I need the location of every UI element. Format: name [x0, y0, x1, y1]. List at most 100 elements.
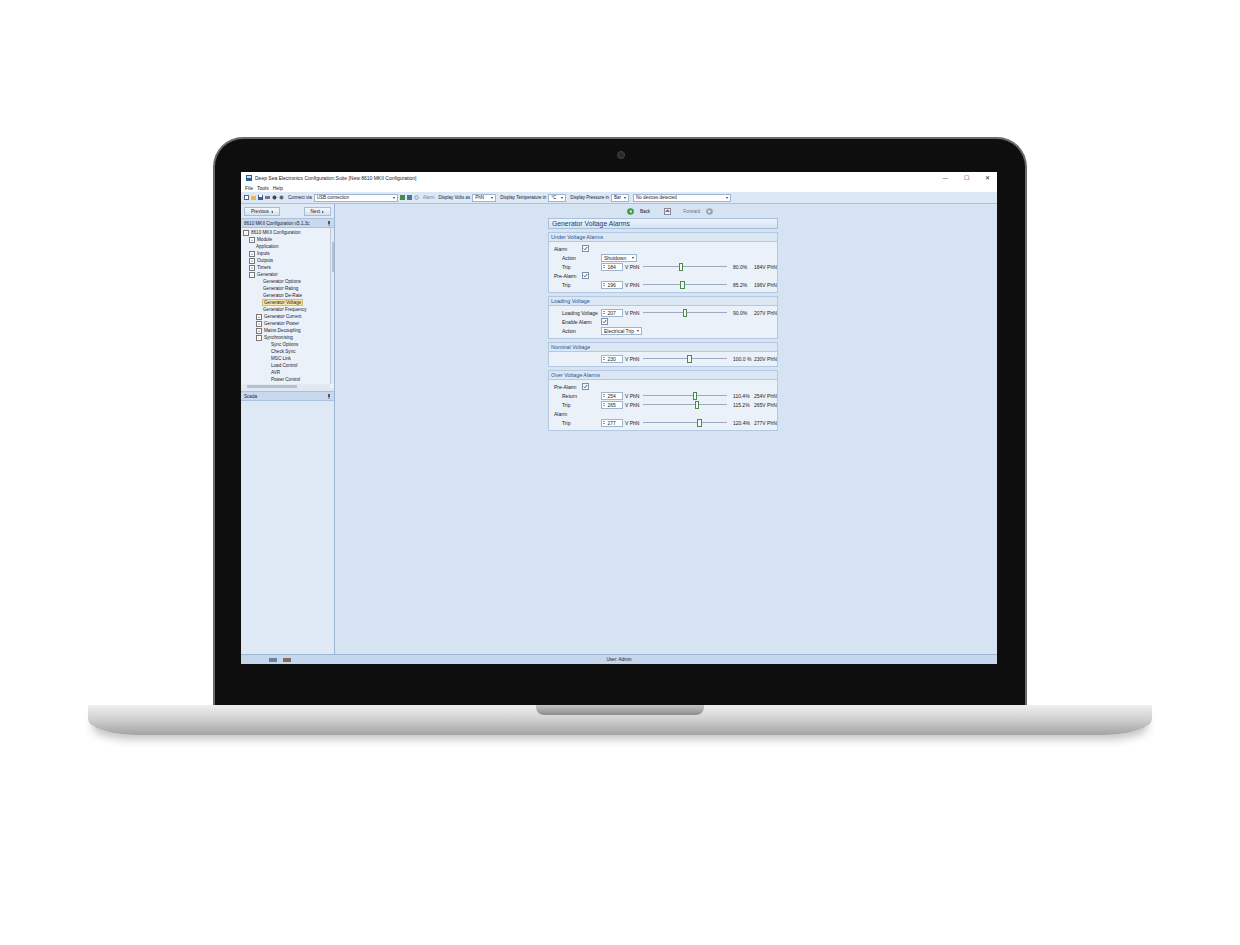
value-input[interactable]: 184 — [601, 263, 623, 271]
tree-item[interactable]: -Synchronising — [243, 334, 330, 341]
tree-label: Generator De-Rate — [262, 293, 303, 298]
checkbox[interactable] — [582, 272, 589, 279]
tree-toggle[interactable]: + — [249, 265, 255, 271]
slider[interactable] — [643, 404, 727, 405]
action-select[interactable]: Electrical Trip — [601, 327, 642, 335]
previous-button[interactable]: Previous — [244, 207, 280, 216]
slider-thumb[interactable] — [680, 281, 685, 289]
back-button[interactable]: Back — [637, 208, 653, 215]
new-file-icon[interactable] — [244, 195, 249, 200]
value-input[interactable]: 265 — [601, 401, 623, 409]
slider[interactable] — [643, 266, 727, 267]
tree-item[interactable]: Generator Options — [243, 278, 330, 285]
tree-item[interactable]: +Outputs — [243, 257, 330, 264]
value-input[interactable]: 277 — [601, 419, 623, 427]
slider[interactable] — [643, 422, 727, 423]
pin-icon[interactable] — [327, 394, 331, 399]
tree-item[interactable]: MSC Link — [243, 355, 330, 362]
tree-item[interactable]: -8610 MKII Configuration — [243, 229, 330, 236]
value-input[interactable]: 207 — [601, 309, 623, 317]
vertical-scrollbar[interactable] — [330, 228, 334, 384]
checkbox[interactable] — [582, 383, 589, 390]
tree-toggle[interactable]: - — [249, 272, 255, 278]
tree-item[interactable]: Generator Rating — [243, 285, 330, 292]
tree-item[interactable]: Power Control — [243, 376, 330, 383]
tree-item[interactable]: AVR — [243, 369, 330, 376]
tree-label: Generator Frequency — [262, 307, 308, 312]
slider[interactable] — [643, 284, 727, 285]
slider-thumb[interactable] — [679, 263, 684, 271]
pressure-select[interactable]: Bar — [611, 194, 629, 202]
slider-thumb[interactable] — [687, 355, 692, 363]
slider-thumb[interactable] — [695, 401, 700, 409]
slider-thumb[interactable] — [683, 309, 688, 317]
tree-item[interactable]: Generator De-Rate — [243, 292, 330, 299]
tree-toggle[interactable]: + — [249, 237, 255, 243]
home-icon[interactable] — [664, 208, 671, 215]
value-input[interactable]: 230 — [601, 355, 623, 363]
horizontal-scrollbar[interactable] — [241, 384, 330, 388]
tree-item[interactable]: +Generator Power — [243, 320, 330, 327]
tree-item[interactable]: -Generator — [243, 271, 330, 278]
next-button[interactable]: Next — [304, 207, 331, 216]
open-folder-icon[interactable] — [251, 195, 256, 200]
forward-arrow-icon[interactable] — [706, 208, 713, 215]
value-input[interactable]: 254 — [601, 392, 623, 400]
setting-label: Action — [554, 255, 601, 261]
tree-item[interactable]: Check Sync — [243, 348, 330, 355]
alarm-button[interactable]: Alarm — [423, 195, 435, 200]
tree-toggle[interactable]: - — [256, 335, 262, 341]
tree-label: Generator Rating — [262, 286, 299, 291]
setting-label: Trip — [554, 264, 601, 270]
checkbox[interactable] — [582, 245, 589, 252]
window-control[interactable]: — — [941, 175, 951, 181]
value-input[interactable]: 196 — [601, 281, 623, 289]
back-arrow-icon[interactable] — [627, 208, 634, 215]
tree-item[interactable]: Sync Options — [243, 341, 330, 348]
tree-item[interactable]: +Mains Decoupling — [243, 327, 330, 334]
tree-label: Load Control — [270, 363, 298, 368]
window-control[interactable]: ☐ — [962, 175, 971, 181]
temperature-select[interactable]: °C — [548, 194, 566, 202]
menu-item[interactable]: Help — [273, 185, 283, 191]
connect-select[interactable]: USB connection — [314, 194, 398, 202]
save-icon[interactable] — [258, 195, 263, 200]
slider[interactable] — [643, 312, 727, 313]
checkbox[interactable] — [601, 318, 608, 325]
tree-item[interactable]: Generator Frequency — [243, 306, 330, 313]
pin-icon[interactable] — [327, 221, 331, 226]
refresh-icon[interactable] — [414, 195, 419, 200]
read-icon[interactable] — [400, 195, 405, 200]
connect-icon[interactable] — [272, 195, 277, 200]
tree-item[interactable]: +Module — [243, 236, 330, 243]
slider[interactable] — [643, 395, 727, 396]
menu-item[interactable]: File — [245, 185, 253, 191]
print-icon[interactable] — [265, 195, 270, 200]
tree-toggle[interactable]: + — [256, 328, 262, 334]
write-icon[interactable] — [407, 195, 412, 200]
volts-select[interactable]: PhN — [472, 194, 496, 202]
tree-item[interactable]: +Inputs — [243, 250, 330, 257]
slider-thumb[interactable] — [693, 392, 698, 400]
tree-item[interactable]: +Generator Current — [243, 313, 330, 320]
tree-toggle[interactable]: + — [249, 251, 255, 257]
tree-item[interactable]: Application — [243, 243, 330, 250]
window-control[interactable]: ✕ — [983, 175, 992, 181]
slider[interactable] — [643, 358, 727, 359]
menu-item[interactable]: Tools — [257, 185, 269, 191]
tree-item[interactable]: Load Control — [243, 362, 330, 369]
action-select[interactable]: Shutdown — [601, 254, 637, 262]
settings-section: Under Voltage AlarmsAlarmActionShutdownT… — [548, 232, 778, 293]
disconnect-icon[interactable] — [279, 195, 284, 200]
forward-button[interactable]: Forward — [680, 208, 703, 215]
value-reading: 196V PhN — [754, 282, 777, 288]
tree-toggle[interactable]: + — [249, 258, 255, 264]
device-select[interactable]: No devices detected — [633, 194, 731, 202]
percent-reading: 90.0% — [733, 310, 754, 316]
tree-item[interactable]: +Timers — [243, 264, 330, 271]
slider-thumb[interactable] — [697, 419, 702, 427]
tree-item[interactable]: Generator Voltage — [243, 299, 330, 306]
tree-toggle[interactable]: + — [256, 314, 262, 320]
tree-toggle[interactable]: - — [243, 230, 249, 236]
tree-toggle[interactable]: + — [256, 321, 262, 327]
